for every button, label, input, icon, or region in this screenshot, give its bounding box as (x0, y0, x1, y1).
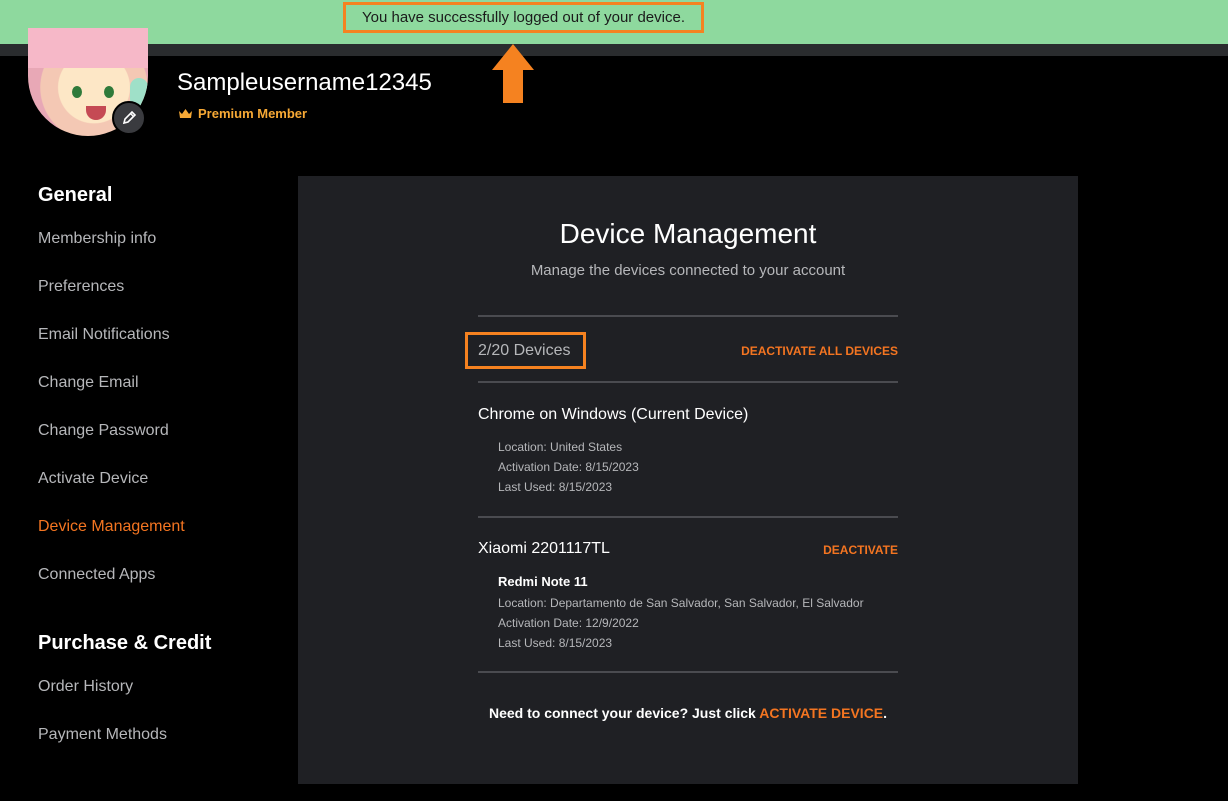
page-title: Device Management (559, 218, 817, 249)
up-arrow-annotation (492, 44, 534, 103)
activate-note-text: Need to connect your device? Just click (488, 705, 760, 721)
premium-label: Premium Member (198, 106, 308, 121)
edit-avatar-button[interactable] (112, 101, 146, 135)
pencil-icon (122, 110, 137, 125)
success-banner: You have successfully logged out of your… (0, 0, 1228, 44)
sidebar-item-change-password[interactable]: Change Password (38, 422, 169, 440)
sidebar-item-email-notifications[interactable]: Email Notifications (38, 326, 170, 344)
sidebar-item-change-email[interactable]: Change Email (38, 374, 139, 392)
profile-username: Sampleusername12345 (177, 69, 432, 96)
divider (478, 516, 898, 518)
page-subtitle: Manage the devices connected to your acc… (530, 262, 846, 279)
device-last-used: Last Used: 8/15/2023 (498, 480, 613, 494)
sidebar-item-activate-device[interactable]: Activate Device (38, 470, 148, 488)
divider (478, 381, 898, 383)
device-name: Xiaomi 2201117TL (478, 540, 610, 557)
sidebar-section-general: General (38, 184, 113, 206)
sidebar-item-order-history[interactable]: Order History (38, 678, 133, 696)
device-management-panel: Device Management Manage the devices con… (298, 176, 1078, 784)
device-activation-date: Activation Date: 8/15/2023 (498, 460, 639, 474)
device-last-used: Last Used: 8/15/2023 (498, 636, 613, 650)
activate-device-note: Need to connect your device? Just click … (298, 705, 1078, 721)
sidebar-item-payment-methods[interactable]: Payment Methods (38, 726, 167, 744)
deactivate-device-button[interactable]: DEACTIVATE (823, 543, 898, 557)
device-location: Location: United States (498, 440, 623, 454)
divider (478, 315, 898, 317)
sidebar-section-purchase-credit: Purchase & Credit (38, 632, 212, 654)
divider (478, 671, 898, 673)
sidebar-item-connected-apps[interactable]: Connected Apps (38, 566, 155, 584)
device-model: Redmi Note 11 (498, 574, 588, 589)
premium-badge: Premium Member (178, 106, 307, 121)
banner-shadow-bar (0, 44, 1228, 56)
sidebar-item-membership-info[interactable]: Membership info (38, 230, 156, 248)
device-activation-date: Activation Date: 12/9/2022 (498, 616, 639, 630)
activate-device-link[interactable]: ACTIVATE DEVICE (759, 705, 883, 721)
sidebar-item-preferences[interactable]: Preferences (38, 278, 124, 296)
activate-note-end: . (883, 705, 888, 721)
device-location: Location: Departamento de San Salvador, … (498, 596, 864, 610)
deactivate-all-button[interactable]: DEACTIVATE ALL DEVICES (741, 344, 898, 358)
sidebar-item-device-management[interactable]: Device Management (38, 518, 185, 536)
device-count: 2/20 Devices (465, 332, 586, 369)
banner-message: You have successfully logged out of your… (343, 2, 704, 33)
crown-icon (179, 109, 192, 118)
device-name: Chrome on Windows (Current Device) (478, 406, 749, 423)
